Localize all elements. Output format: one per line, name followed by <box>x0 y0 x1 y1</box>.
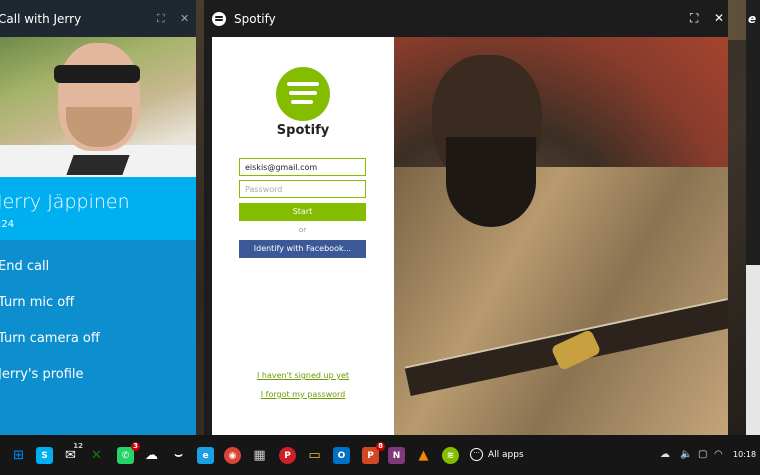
contact-profile-button[interactable]: Jerry's profile <box>0 367 84 382</box>
notification-badge: 8 <box>376 442 385 451</box>
email-field[interactable] <box>239 158 366 176</box>
spotify-wordmark: Spotify <box>276 123 330 138</box>
file-explorer-icon[interactable]: ▭ <box>306 447 323 464</box>
taskbar: ⊞ S ✉ 12 ✕ ✆ 3 ☁ ⌣ e ◉ ▦ P ▭ O P 8 N ▲ ≋ ··· All apps ☁ 🔈 ▢… <box>0 435 760 475</box>
wifi-icon[interactable]: ◠ <box>714 449 723 460</box>
forgot-password-link[interactable]: I forgot my password <box>232 390 374 399</box>
skype-call-window[interactable]: Call with Jerry ⛶ ✕ Jerry Jäppinen :24 E… <box>0 0 196 435</box>
contact-card: Jerry Jäppinen :24 <box>0 177 196 240</box>
calculator-icon[interactable]: ▦ <box>251 447 268 464</box>
notification-badge: 12 <box>73 442 83 450</box>
sign-up-link[interactable]: I haven't signed up yet <box>232 371 374 380</box>
windows-start-icon[interactable]: ⊞ <box>10 447 27 464</box>
messaging-icon[interactable]: ✉ 12 <box>62 442 83 464</box>
onenote-icon[interactable]: N <box>388 447 405 464</box>
toggle-mic-button[interactable]: Turn mic off <box>0 295 74 310</box>
spotify-titlebar[interactable]: Spotify ⛶ ✕ <box>204 0 728 37</box>
ellipsis-icon: ··· <box>470 448 483 461</box>
outlook-icon[interactable]: O <box>333 447 350 464</box>
maximize-icon[interactable]: ⛶ <box>690 11 698 26</box>
spotify-logo <box>276 67 330 121</box>
maximize-icon[interactable]: ⛶ <box>157 12 165 26</box>
skype-window-title: Call with Jerry <box>0 11 82 26</box>
spotify-window-title: Spotify <box>234 11 276 26</box>
volume-icon[interactable]: 🔈 <box>680 449 692 460</box>
powerpoint-icon[interactable]: P8 <box>362 442 385 464</box>
clock[interactable]: 10:18 <box>733 450 756 459</box>
facebook-login-button[interactable]: Identify with Facebook... <box>239 240 366 258</box>
internet-explorer-icon: e <box>748 12 757 26</box>
skype-icon[interactable]: S <box>36 447 53 464</box>
pinterest-icon[interactable]: P <box>279 447 296 464</box>
internet-explorer-window[interactable]: e <box>746 0 760 435</box>
call-actions-menu: End call Turn mic off Turn camera off Je… <box>0 240 196 435</box>
spotify-logo-icon <box>212 11 226 26</box>
end-call-button[interactable]: End call <box>0 259 49 274</box>
contact-name: Jerry Jäppinen <box>0 191 130 213</box>
start-button[interactable]: Start <box>239 203 366 221</box>
vlc-icon[interactable]: ▲ <box>415 447 432 464</box>
whatsapp-icon[interactable]: ✆ 3 <box>117 442 140 464</box>
toggle-camera-button[interactable]: Turn camera off <box>0 331 100 346</box>
close-icon[interactable]: ✕ <box>180 12 189 25</box>
artist-photo <box>394 37 728 435</box>
contact-video-feed <box>0 37 196 177</box>
call-duration: :24 <box>0 219 15 230</box>
all-apps-button[interactable]: ··· All apps <box>470 448 524 461</box>
spotify-window[interactable]: Spotify ⛶ ✕ Spotify Start or Identify wi… <box>204 0 728 435</box>
onedrive-icon[interactable]: ☁ <box>143 447 160 464</box>
xbox-icon[interactable]: ✕ <box>88 447 105 464</box>
password-field[interactable] <box>239 180 366 198</box>
notification-badge: 3 <box>131 442 140 451</box>
onedrive-tray-icon[interactable]: ☁ <box>660 449 670 460</box>
chat-tray-icon[interactable]: ▢ <box>698 449 707 460</box>
internet-explorer-icon[interactable]: e <box>197 447 214 464</box>
login-panel: Spotify Start or Identify with Facebook.… <box>212 37 394 435</box>
sunglasses <box>54 65 140 83</box>
amazon-icon[interactable]: ⌣ <box>170 447 187 464</box>
chrome-icon[interactable]: ◉ <box>224 447 241 464</box>
skype-titlebar[interactable]: Call with Jerry ⛶ ✕ <box>0 0 196 37</box>
close-icon[interactable]: ✕ <box>714 11 724 25</box>
or-divider: or <box>298 226 307 234</box>
spotify-icon[interactable]: ≋ <box>442 447 459 464</box>
